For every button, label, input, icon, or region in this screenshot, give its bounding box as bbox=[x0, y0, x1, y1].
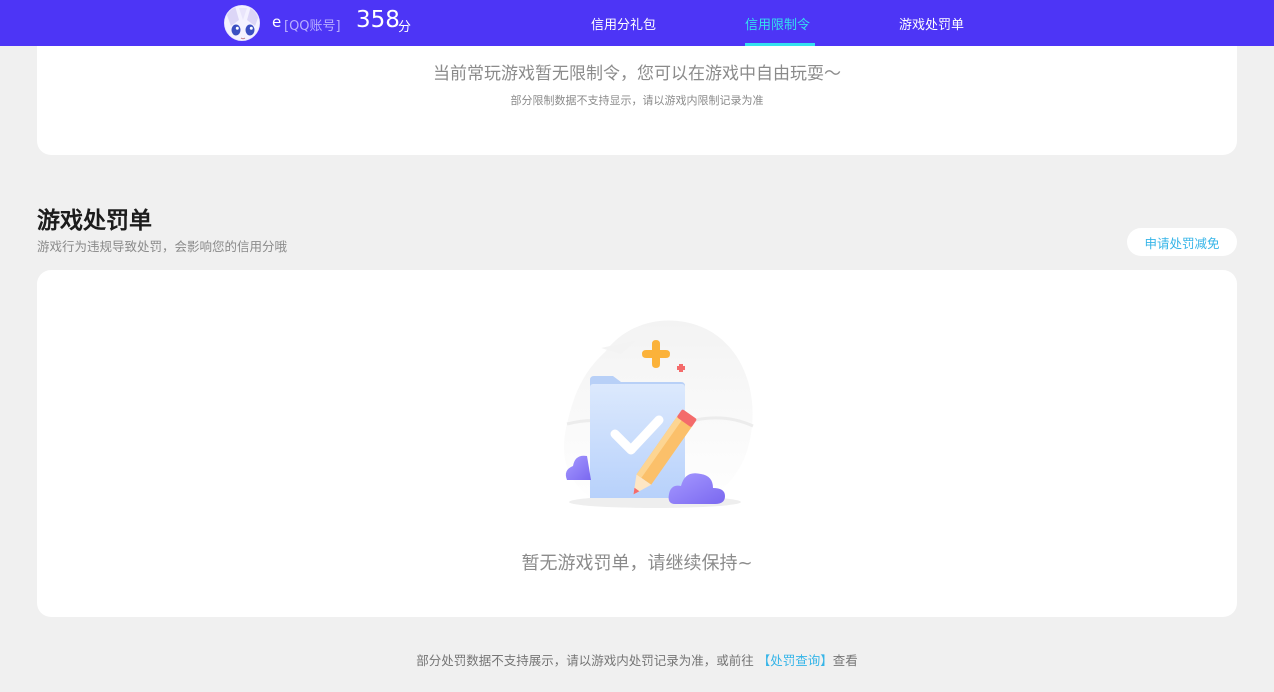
user-avatar[interactable] bbox=[224, 5, 260, 41]
restriction-empty-message: 当前常玩游戏暂无限制令，您可以在游戏中自由玩耍～ bbox=[433, 64, 841, 84]
active-tab-indicator bbox=[745, 43, 815, 46]
penalty-empty-message: 暂无游戏罚单，请继续保持~ bbox=[521, 553, 753, 574]
restriction-note: 部分限制数据不支持显示，请以游戏内限制记录为准 bbox=[510, 94, 764, 107]
top-header-bar: e [QQ账号] 358 分 信用分礼包 信用限制令 游戏处罚单 bbox=[0, 0, 1274, 46]
account-type-label: [QQ账号] bbox=[284, 19, 341, 34]
penalty-query-link[interactable]: 【处罚查询】 bbox=[758, 653, 833, 668]
footer-note-suffix: 查看 bbox=[832, 653, 858, 668]
tab-credit-restriction[interactable]: 信用限制令 bbox=[745, 14, 810, 33]
footer-note-text: 部分处罚数据不支持展示，请以游戏内处罚记录为准，或前往 bbox=[416, 653, 754, 668]
empty-penalty-folder-pencil-icon bbox=[563, 320, 754, 513]
footer-note: 部分处罚数据不支持展示，请以游戏内处罚记录为准，或前往 【处罚查询】查看 bbox=[0, 650, 1274, 669]
penalty-section-subtitle: 游戏行为违规导致处罚，会影响您的信用分哦 bbox=[37, 239, 288, 254]
avatar-anime-icon bbox=[225, 6, 259, 40]
apply-penalty-reduction-button[interactable]: 申请处罚减免 bbox=[1127, 228, 1237, 256]
username: e bbox=[272, 13, 282, 31]
tab-game-penalty[interactable]: 游戏处罚单 bbox=[899, 14, 964, 33]
tab-credit-gift[interactable]: 信用分礼包 bbox=[591, 14, 656, 33]
penalty-section-title: 游戏处罚单 bbox=[37, 208, 152, 234]
credit-score-value: 358 bbox=[356, 7, 400, 33]
credit-score-unit: 分 bbox=[398, 20, 412, 35]
penalty-card: 暂无游戏罚单，请继续保持~ bbox=[37, 270, 1237, 617]
empty-penalty-illustration bbox=[527, 314, 767, 524]
